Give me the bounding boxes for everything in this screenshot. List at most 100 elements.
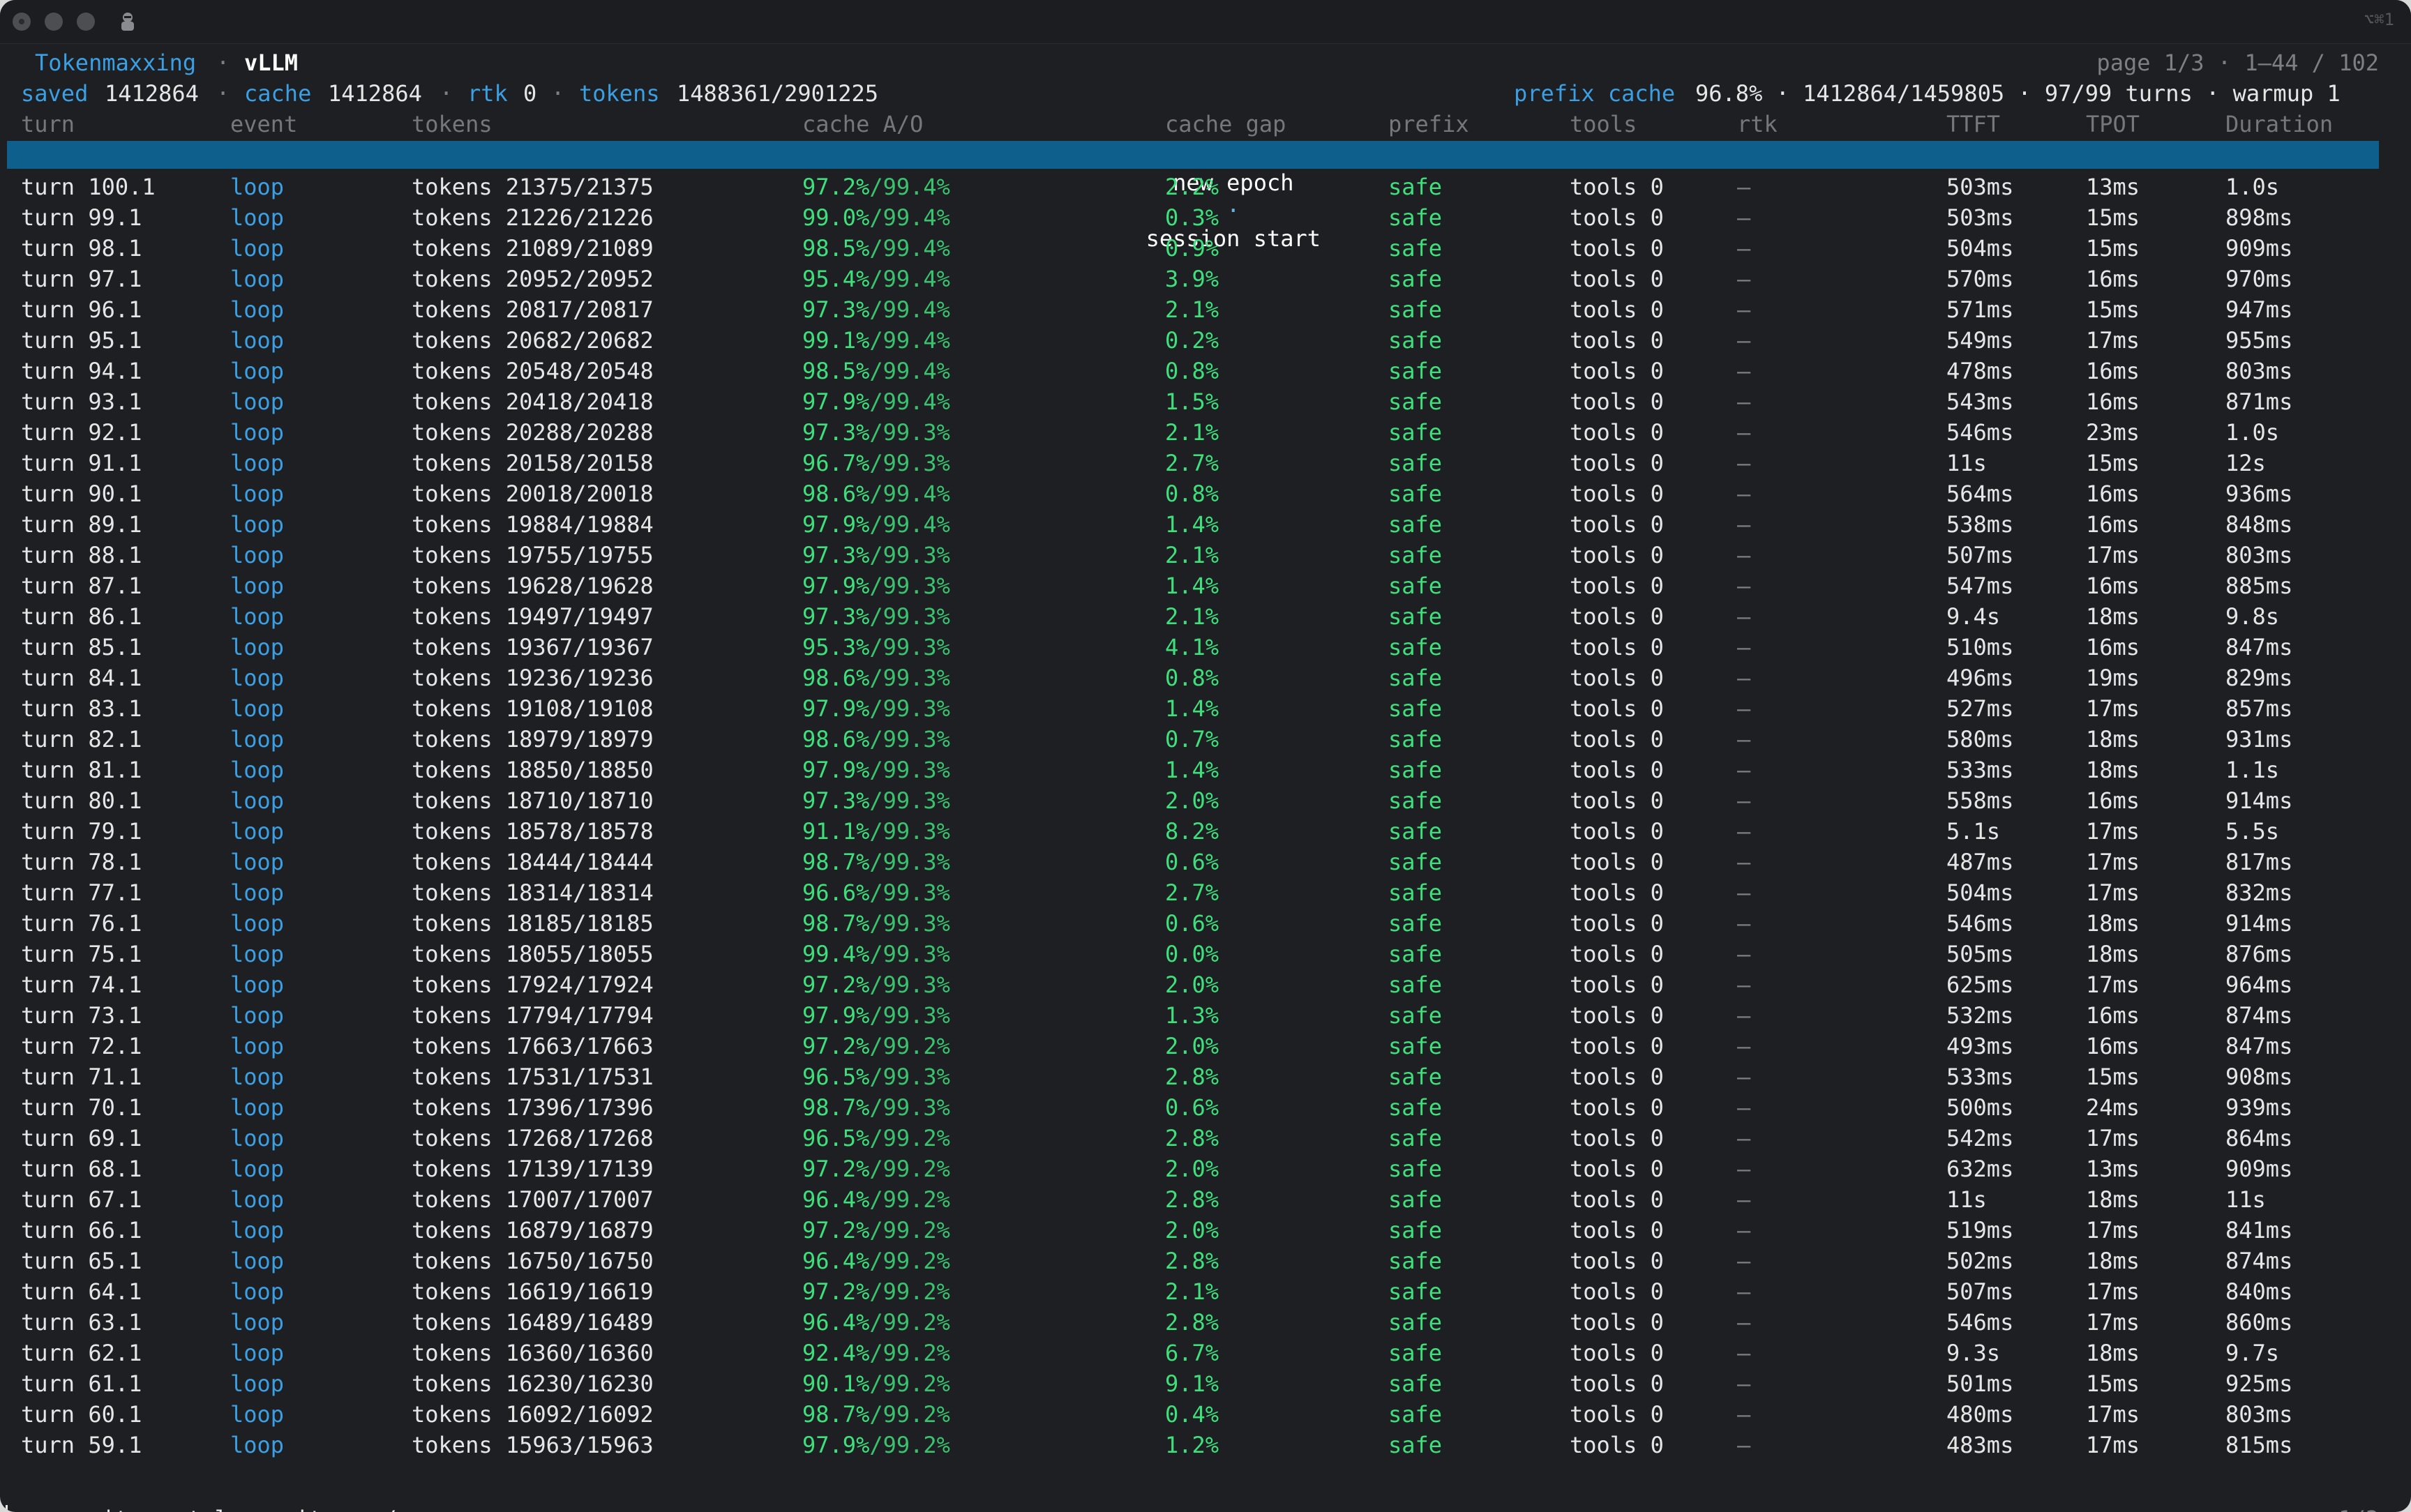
duration-cell: 803ms: [2225, 358, 2293, 384]
cache-actual: 97.9%: [802, 695, 870, 722]
ttft-cell: 580ms: [1946, 726, 2014, 753]
maximize-window-button[interactable]: [77, 13, 95, 31]
tpot-cell: 18ms: [2086, 1340, 2140, 1366]
rtk-cell: –: [1737, 1309, 1751, 1336]
table-row: turn 82.1 loop tokens 18979/18979 98.6%/99.…: [0, 724, 2411, 755]
cache-ao-cell: 98.5%/99.4%: [802, 356, 950, 386]
prefix-cell: safe: [1388, 1309, 1443, 1336]
cache-optimal: /99.2%: [869, 1125, 950, 1151]
minimize-window-button[interactable]: [45, 13, 63, 31]
tpot-cell: 15ms: [2086, 204, 2140, 231]
turn-cell: turn 95.1: [21, 327, 142, 354]
cache-actual: 95.4%: [802, 266, 870, 292]
cache-ao-cell: 96.5%/99.3%: [802, 1061, 950, 1092]
ctrl-c-exit-hint[interactable]: ctrl+c exit: [174, 1504, 322, 1512]
tpot-cell: 15ms: [2086, 450, 2140, 476]
stats-line: saved 1412864 · cache 1412864 · rtk 0 · …: [0, 78, 2411, 109]
prefix-cell: safe: [1388, 849, 1443, 875]
cache-optimal: /99.4%: [869, 266, 950, 292]
event-cell: loop: [230, 542, 285, 568]
turn-cell: turn 75.1: [21, 941, 142, 967]
ttft-cell: 546ms: [1946, 910, 2014, 937]
tpot-cell: 18ms: [2086, 1248, 2140, 1274]
cache-actual: 99.0%: [802, 204, 870, 231]
tpot-cell: 16ms: [2086, 266, 2140, 292]
page-info: page 1/3 · 1–44 / 102: [2096, 50, 2379, 76]
tpot-cell: 18ms: [2086, 941, 2140, 967]
duration-cell: 840ms: [2225, 1278, 2293, 1305]
ttft-cell: 11s: [1946, 1186, 1987, 1213]
cache-gap-cell: 2.1%: [1165, 296, 1219, 323]
tokens-cell: tokens 17007/17007: [412, 1186, 654, 1213]
table-row: turn 83.1 loop tokens 19108/19108 97.9%/99.…: [0, 693, 2411, 724]
cache-actual: 97.3%: [802, 419, 870, 446]
cache-ao-cell: 97.2%/99.2%: [802, 1154, 950, 1184]
tokens-cell: tokens 16619/16619: [412, 1278, 654, 1305]
cache-gap-cell: 4.1%: [1165, 634, 1219, 660]
tools-cell: tools 0: [1570, 388, 1664, 415]
turn-cell: turn 73.1: [21, 1002, 142, 1029]
tpot-cell: 17ms: [2086, 695, 2140, 722]
cache-actual: 97.2%: [802, 1156, 870, 1182]
tpot-cell: 18ms: [2086, 757, 2140, 783]
cache-ao-cell: 98.6%/99.3%: [802, 663, 950, 693]
turn-cell: turn 69.1: [21, 1125, 142, 1151]
cache-optimal: /99.4%: [869, 235, 950, 262]
cache-ao-cell: 97.3%/99.3%: [802, 785, 950, 816]
tools-cell: tools 0: [1570, 910, 1664, 937]
tools-cell: tools 0: [1570, 941, 1664, 967]
rtk-cell: –: [1737, 1156, 1751, 1182]
tools-cell: tools 0: [1570, 1186, 1664, 1213]
rtk-cell: –: [1737, 757, 1751, 783]
rtk-cell: –: [1737, 573, 1751, 599]
tools-cell: tools 0: [1570, 1370, 1664, 1397]
duration-cell: 909ms: [2225, 235, 2293, 262]
col-duration: Duration: [2225, 111, 2334, 137]
cache-actual: 98.6%: [802, 665, 870, 691]
terminal-window: ⌥⌘1 Tokenmaxxing · vLLM page 1/3 · 1–44 …: [0, 0, 2411, 1512]
event-cell: loop: [230, 481, 285, 507]
tokens-cell: tokens 20288/20288: [412, 419, 654, 446]
cache-optimal: /99.4%: [869, 204, 950, 231]
esc-exit-hint[interactable]: esc exit: [21, 1504, 128, 1512]
duration-cell: 9.8s: [2225, 603, 2280, 630]
cache-gap-cell: 2.8%: [1165, 1064, 1219, 1090]
ttft-cell: 519ms: [1946, 1217, 2014, 1243]
tokens-cell: tokens 18979/18979: [412, 726, 654, 753]
prefix-cell: safe: [1388, 388, 1443, 415]
cache-gap-cell: 0.9%: [1165, 235, 1219, 262]
tokens-cell: tokens 17663/17663: [412, 1033, 654, 1059]
page-nav-hint[interactable]: ←/→ page: [370, 1504, 477, 1512]
app-icon: [121, 13, 134, 31]
prefix-cell: safe: [1388, 726, 1443, 753]
close-window-button[interactable]: [13, 13, 31, 31]
event-cell: loop: [230, 787, 285, 814]
table-row: turn 80.1 loop tokens 18710/18710 97.3%/99.…: [0, 785, 2411, 816]
tools-cell: tools 0: [1570, 603, 1664, 630]
tools-cell: tools 0: [1570, 296, 1664, 323]
col-tokens: tokens: [412, 111, 493, 137]
duration-cell: 970ms: [2225, 266, 2293, 292]
tokens-label: tokens: [579, 80, 660, 107]
cache-optimal: /99.4%: [869, 174, 950, 200]
turn-cell: turn 94.1: [21, 358, 142, 384]
cache-ao-cell: 98.7%/99.3%: [802, 847, 950, 877]
tpot-cell: 17ms: [2086, 1217, 2140, 1243]
prefix-cell: safe: [1388, 235, 1443, 262]
duration-cell: 874ms: [2225, 1002, 2293, 1029]
event-cell: loop: [230, 1401, 285, 1428]
cache-gap-cell: 2.0%: [1165, 1217, 1219, 1243]
cache-actual: 96.5%: [802, 1125, 870, 1151]
cache-ao-cell: 91.1%/99.3%: [802, 816, 950, 847]
cache-ao-cell: 97.2%/99.4%: [802, 172, 950, 202]
table-row: turn 70.1 loop tokens 17396/17396 98.7%/99.…: [0, 1092, 2411, 1123]
rtk-cell: –: [1737, 695, 1751, 722]
cache-optimal: /99.3%: [869, 910, 950, 937]
ttft-cell: 571ms: [1946, 296, 2014, 323]
duration-cell: 914ms: [2225, 910, 2293, 937]
event-cell: loop: [230, 419, 285, 446]
cache-gap-cell: 1.4%: [1165, 695, 1219, 722]
duration-cell: 909ms: [2225, 1156, 2293, 1182]
prefix-cell: safe: [1388, 818, 1443, 845]
turn-cell: turn 65.1: [21, 1248, 142, 1274]
